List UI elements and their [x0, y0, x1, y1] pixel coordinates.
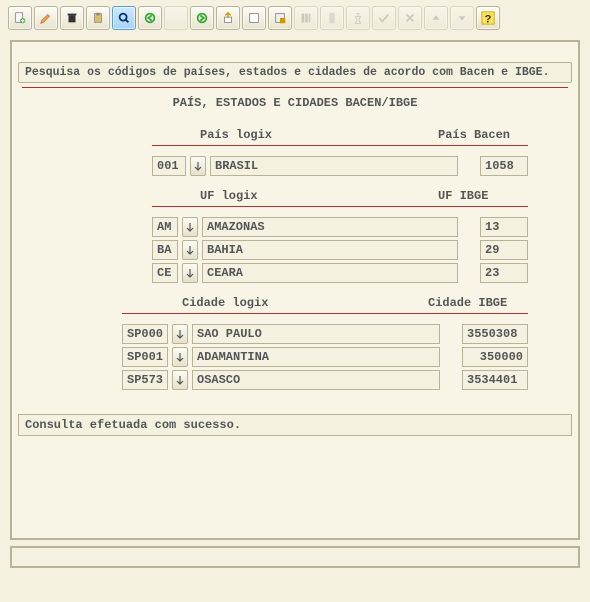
cidade-lookup-button[interactable] — [172, 370, 188, 390]
label-uf-ibge: UF IBGE — [438, 189, 528, 203]
cancel-icon — [398, 6, 422, 30]
cidade-code-input[interactable] — [122, 324, 168, 344]
uf-ibge-input[interactable] — [480, 240, 528, 260]
cidade-row — [118, 370, 532, 390]
pais-code-input[interactable] — [152, 156, 186, 176]
uf-name-input[interactable] — [202, 240, 458, 260]
label-cidade-ibge: Cidade IBGE — [428, 296, 528, 310]
cidade-name-input[interactable] — [192, 324, 440, 344]
cidade-ibge-input[interactable] — [462, 347, 528, 367]
status-bar: Consulta efetuada com sucesso. — [18, 414, 572, 436]
cidade-ibge-input[interactable] — [462, 324, 528, 344]
cidade-ibge-input[interactable] — [462, 370, 528, 390]
pais-bacen-input[interactable] — [480, 156, 528, 176]
description-bar: Pesquisa os códigos de países, estados e… — [18, 62, 572, 83]
columns-icon — [294, 6, 318, 30]
divider — [122, 313, 528, 314]
uf-code-input[interactable] — [152, 240, 178, 260]
section-header-uf: UF logix UF IBGE — [148, 189, 532, 203]
divider — [152, 206, 528, 207]
timer-icon — [346, 6, 370, 30]
toolbar: ? — [0, 0, 590, 36]
uf-row — [148, 263, 532, 283]
uf-code-input[interactable] — [152, 263, 178, 283]
uf-name-input[interactable] — [202, 263, 458, 283]
uf-ibge-input[interactable] — [480, 217, 528, 237]
pais-row — [148, 156, 532, 176]
app-window: ? Pesquisa os códigos de países, estados… — [0, 0, 590, 568]
uf-lookup-button[interactable] — [182, 240, 198, 260]
divider — [22, 87, 568, 88]
label-cidade-logix: Cidade logix — [182, 296, 428, 310]
cidade-name-input[interactable] — [192, 347, 440, 367]
uf-row — [148, 240, 532, 260]
cidade-name-input[interactable] — [192, 370, 440, 390]
uf-row — [148, 217, 532, 237]
first-icon[interactable] — [138, 6, 162, 30]
cidade-code-input[interactable] — [122, 347, 168, 367]
search-icon[interactable] — [112, 6, 136, 30]
export-icon[interactable] — [216, 6, 240, 30]
report-icon — [320, 6, 344, 30]
edit-icon[interactable] — [34, 6, 58, 30]
help-icon[interactable]: ? — [476, 6, 500, 30]
uf-lookup-button[interactable] — [182, 217, 198, 237]
output-icon[interactable] — [268, 6, 292, 30]
new-icon[interactable] — [8, 6, 32, 30]
cidade-lookup-button[interactable] — [172, 347, 188, 367]
footer-bar — [10, 546, 580, 568]
svg-text:?: ? — [485, 13, 492, 25]
down-icon — [450, 6, 474, 30]
uf-name-input[interactable] — [202, 217, 458, 237]
cidade-lookup-button[interactable] — [172, 324, 188, 344]
label-uf-logix: UF logix — [200, 189, 438, 203]
uf-code-input[interactable] — [152, 217, 178, 237]
page-title: PAÍS, ESTADOS E CIDADES BACEN/IBGE — [18, 96, 572, 110]
delete-icon[interactable] — [60, 6, 84, 30]
next-icon[interactable] — [190, 6, 214, 30]
prev-blank-icon — [164, 6, 188, 30]
label-pais-bacen: País Bacen — [438, 128, 528, 142]
pais-name-input[interactable] — [210, 156, 458, 176]
section-header-pais: País logix País Bacen — [148, 128, 532, 142]
cidade-row — [118, 347, 532, 367]
label-pais-logix: País logix — [200, 128, 438, 142]
main-panel: Pesquisa os códigos de países, estados e… — [10, 40, 580, 540]
save-icon[interactable] — [242, 6, 266, 30]
pais-lookup-button[interactable] — [190, 156, 206, 176]
cidade-code-input[interactable] — [122, 370, 168, 390]
up-icon — [424, 6, 448, 30]
uf-ibge-input[interactable] — [480, 263, 528, 283]
cidade-row — [118, 324, 532, 344]
divider — [152, 145, 528, 146]
ok-icon — [372, 6, 396, 30]
uf-lookup-button[interactable] — [182, 263, 198, 283]
paste-icon[interactable] — [86, 6, 110, 30]
section-header-cidade: Cidade logix Cidade IBGE — [118, 296, 532, 310]
